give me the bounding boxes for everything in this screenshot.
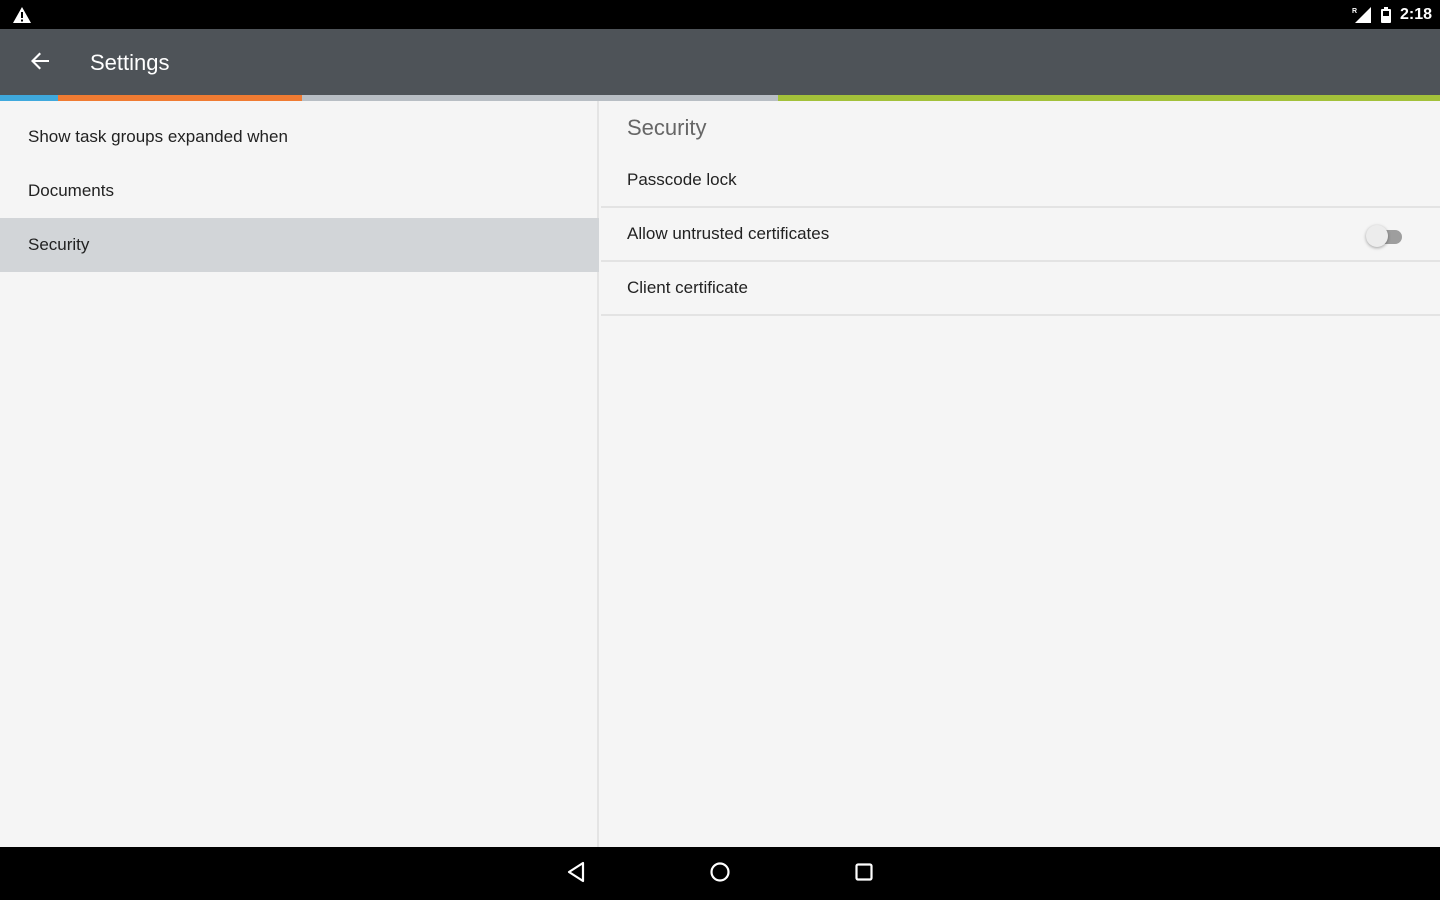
back-button[interactable] bbox=[24, 47, 56, 79]
allow-untrusted-certificates-toggle[interactable] bbox=[1366, 225, 1402, 247]
security-settings: Security Passcode lock Allow untrusted c… bbox=[601, 101, 1440, 847]
nav-back-button[interactable] bbox=[561, 859, 591, 889]
pref-label: Client certificate bbox=[627, 278, 748, 297]
back-icon bbox=[565, 861, 587, 888]
section-title: Security bbox=[627, 115, 707, 140]
nav-recents-button[interactable] bbox=[849, 859, 879, 889]
settings-categories: Show task groups expanded when Documents… bbox=[0, 101, 599, 847]
app-bar: Settings bbox=[0, 29, 1440, 95]
status-bar: R 2:18 bbox=[0, 0, 1440, 29]
allow-untrusted-certificates-item[interactable]: Allow untrusted certificates bbox=[601, 208, 1440, 262]
status-icons: R 2:18 bbox=[1352, 4, 1432, 26]
home-icon bbox=[709, 861, 731, 888]
content-area: Show task groups expanded when Documents… bbox=[0, 101, 1440, 847]
pref-label: Allow untrusted certificates bbox=[627, 224, 830, 243]
passcode-lock-item[interactable]: Passcode lock bbox=[601, 154, 1440, 208]
category-task-groups[interactable]: Show task groups expanded when bbox=[0, 110, 599, 164]
signal-icon: R bbox=[1352, 6, 1372, 24]
category-label: Documents bbox=[28, 181, 114, 200]
category-label: Security bbox=[28, 235, 90, 254]
category-documents[interactable]: Documents bbox=[0, 164, 599, 218]
page-title: Settings bbox=[90, 50, 170, 75]
pref-label: Passcode lock bbox=[627, 170, 737, 189]
category-security[interactable]: Security bbox=[0, 218, 599, 272]
client-certificate-item[interactable]: Client certificate bbox=[601, 262, 1440, 316]
navigation-bar bbox=[0, 847, 1440, 900]
battery-icon bbox=[1380, 6, 1392, 24]
arrow-left-icon bbox=[29, 50, 51, 77]
category-label: Show task groups expanded when bbox=[28, 127, 288, 146]
recents-icon bbox=[853, 861, 875, 888]
nav-home-button[interactable] bbox=[705, 859, 735, 889]
svg-text:R: R bbox=[1352, 8, 1357, 15]
status-time: 2:18 bbox=[1399, 6, 1432, 23]
warning-icon bbox=[12, 6, 32, 24]
toggle-thumb bbox=[1366, 225, 1388, 247]
